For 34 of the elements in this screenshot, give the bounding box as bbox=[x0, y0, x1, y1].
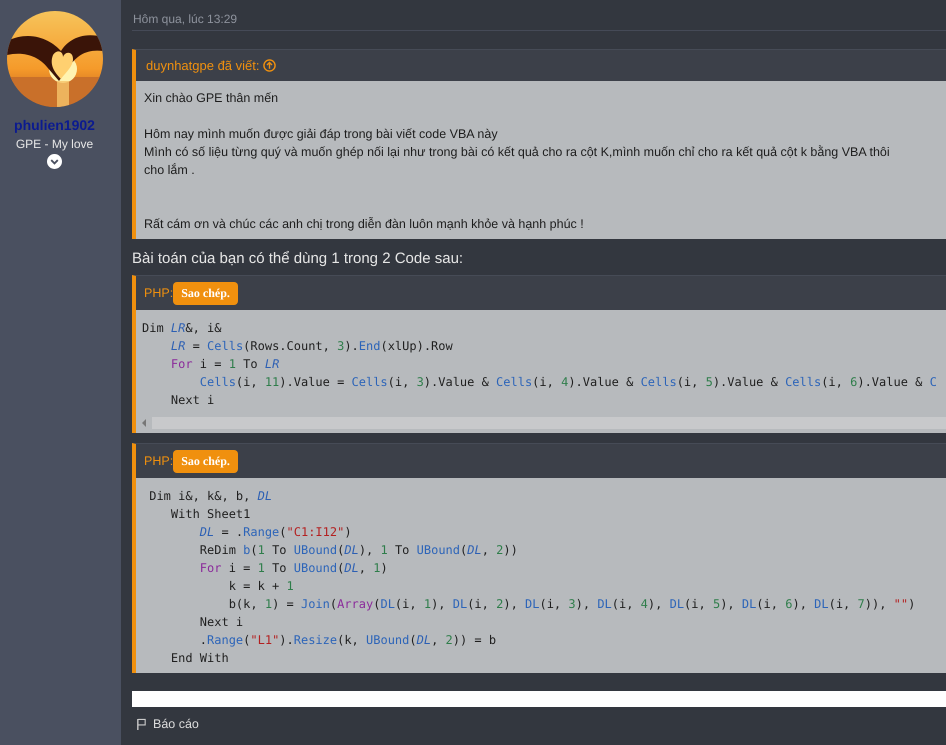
code-language: PHP: bbox=[144, 286, 174, 300]
flag-icon[interactable] bbox=[136, 718, 147, 730]
horizontal-scrollbar[interactable] bbox=[136, 415, 946, 433]
code-line: Next i bbox=[170, 392, 216, 409]
quote-text: Hôm nay mình muốn được giải đáp trong bài viết code VBA này bbox=[144, 126, 499, 143]
code-line: For i = 1 To LR bbox=[170, 356, 280, 373]
post-timestamp[interactable]: Hôm qua, lúc 13:29 bbox=[132, 12, 946, 31]
code-line: DL = .Range("C1:I12") bbox=[198, 524, 353, 541]
code-line: With Sheet1 bbox=[170, 506, 252, 523]
code-line: ReDim b(1 To UBound(DL), 1 To UBound(DL, 2)) bbox=[198, 542, 519, 559]
report-link[interactable]: Báo cáo bbox=[153, 717, 199, 731]
code-line: For i = 1 To UBound(DL, 1) bbox=[198, 560, 389, 577]
code-line: .Range("L1").Resize(k, UBound(DL, 2)) = b bbox=[198, 632, 498, 649]
user-title: GPE - My love bbox=[16, 137, 94, 151]
code-line: k = k + 1 bbox=[228, 578, 295, 595]
code-line: LR = Cells(Rows.Count, 3).End(xlUp).Row bbox=[170, 338, 454, 355]
code-language: PHP: bbox=[144, 454, 174, 468]
scroll-left-icon[interactable] bbox=[142, 419, 146, 427]
copy-button[interactable]: Sao chép. bbox=[173, 282, 238, 304]
expand-chevron-icon[interactable] bbox=[47, 154, 62, 169]
copy-button[interactable]: Sao chép. bbox=[173, 450, 238, 472]
quote-text: Mình có số liệu từng quý và muốn ghép nối lại như trong bài có kết quả cho ra cột K,mình muốn chỉ cho ra kết quả cột k bằng VBA thôi bbox=[144, 144, 891, 161]
code-line: Cells(i, 11).Value = Cells(i, 3).Value & Cells(i, 4).Value & Cells(i, 5).Value & Cells(i, 6).Value & C bbox=[198, 374, 938, 391]
code-line: Next i bbox=[198, 614, 244, 631]
quote-text: Xin chào GPE thân mến bbox=[144, 90, 280, 107]
reply-text: Bài toán của bạn có thể dùng 1 trong 2 Code sau: bbox=[132, 249, 464, 269]
code-line: Dim i&, k&, b, DL bbox=[148, 488, 274, 505]
code-line: End With bbox=[170, 650, 230, 667]
code-line: b(k, 1) = Join(Array(DL(i, 1), DL(i, 2), DL(i, 3), DL(i, 4), DL(i, 5), DL(i, 6), DL(i, 7)), "") bbox=[228, 596, 916, 613]
code-line: Dim LR&, i& bbox=[142, 320, 222, 337]
arrow-up-circle-icon[interactable] bbox=[263, 59, 276, 72]
quote-author-link[interactable]: duynhatgpe đã viết: bbox=[146, 58, 260, 73]
quote-text: cho lắm . bbox=[144, 162, 196, 179]
quote-text: Rất cám ơn và chúc các anh chị trong diễn đàn luôn mạnh khỏe và hạnh phúc ! bbox=[144, 216, 585, 233]
